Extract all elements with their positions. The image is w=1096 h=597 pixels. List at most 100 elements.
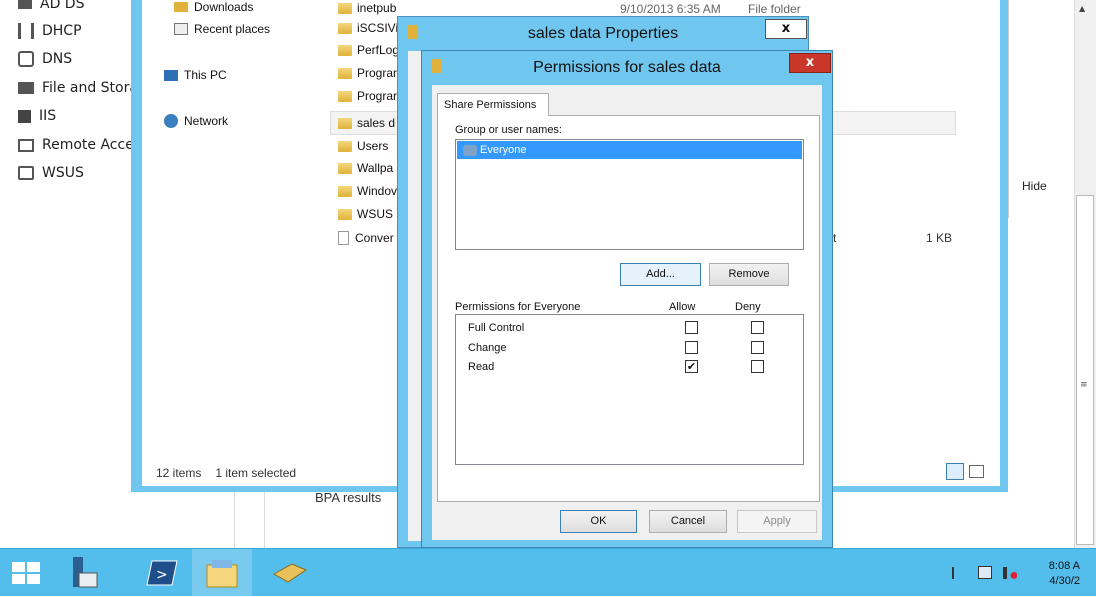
full-control-deny-checkbox[interactable] (751, 321, 764, 334)
taskbar: > 8:08 A 4/30/2 (0, 548, 1096, 597)
full-control-allow-checkbox[interactable] (685, 321, 698, 334)
clock-time: 8:08 A (1048, 560, 1080, 572)
folder-icon (338, 208, 352, 220)
read-deny-checkbox[interactable] (751, 360, 764, 373)
sidebar-item-label: AD DS (40, 0, 85, 12)
details-view-button[interactable] (946, 463, 964, 480)
file-type-partial: t (833, 231, 837, 245)
folder-icon (338, 22, 352, 34)
user-name: Everyone (480, 144, 527, 156)
app-icon (272, 563, 308, 583)
sidebar-item-ad-ds[interactable]: AD DS (18, 0, 84, 15)
sidebar-item-wsus[interactable]: WSUS (18, 162, 84, 184)
list-item[interactable]: Wallpa (338, 158, 398, 178)
apply-button[interactable]: Apply (737, 510, 817, 533)
cancel-button[interactable]: Cancel (649, 510, 727, 533)
deny-column-header: Deny (735, 301, 761, 313)
folder-icon (338, 117, 352, 129)
user-list-item-everyone[interactable]: Everyone (457, 141, 802, 159)
taskbar-app[interactable] (262, 549, 318, 597)
users-group-icon (463, 144, 477, 156)
wsus-icon (18, 166, 34, 180)
sidebar-item-dns[interactable]: DNS (18, 48, 72, 70)
clock-date: 4/30/2 (1049, 575, 1080, 587)
list-item-selected[interactable]: sales d (338, 113, 398, 133)
nav-label: Recent places (194, 22, 271, 36)
grid-line (264, 492, 265, 548)
hide-link[interactable]: Hide (1022, 179, 1047, 193)
tab-share-permissions[interactable]: Share Permissions (437, 93, 549, 116)
nav-label: This PC (184, 68, 227, 82)
add-button[interactable]: Add... (620, 263, 701, 286)
file-name: Prograr (357, 89, 398, 103)
group-or-user-names-label: Group or user names: (455, 124, 562, 136)
sidebar-item-label: IIS (39, 108, 57, 124)
file-name: Wallpa (357, 161, 394, 175)
computer-icon (164, 69, 178, 81)
folder-icon (338, 90, 352, 102)
list-item[interactable]: WSUS (338, 204, 398, 224)
file-name: inetpub (357, 1, 397, 15)
read-allow-checkbox[interactable]: ✔ (685, 360, 698, 373)
ok-button[interactable]: OK (560, 510, 637, 533)
start-button[interactable] (0, 549, 52, 597)
status-selected-count: 1 item selected (215, 466, 297, 480)
file-explorer-icon (206, 560, 238, 588)
folder-icon (338, 2, 352, 14)
file-name: WSUS (357, 207, 393, 221)
list-item[interactable]: Windov (338, 181, 398, 201)
recent-places-icon (174, 23, 188, 35)
list-item[interactable]: Users (338, 136, 398, 156)
taskbar-file-explorer[interactable] (192, 549, 252, 597)
folder-icon (338, 140, 352, 152)
file-name: Windov (357, 184, 398, 198)
downloads-icon (174, 2, 188, 12)
scrollbar-thumb[interactable] (1076, 195, 1094, 545)
scrollbar-up-arrow-icon[interactable]: ▲ (1079, 4, 1085, 13)
properties-close-button[interactable]: x (765, 19, 807, 39)
large-icons-view-button[interactable] (969, 465, 984, 478)
folder-icon (338, 162, 352, 174)
sidebar-item-label: Remote Acce (42, 137, 134, 153)
user-list[interactable]: Everyone (455, 139, 804, 250)
sidebar-item-dhcp[interactable]: DHCP (18, 20, 82, 42)
sidebar-item-remote-access[interactable]: Remote Acce (18, 134, 134, 156)
folder-icon (338, 185, 352, 197)
ad-ds-icon (18, 0, 32, 9)
file-name: PerfLog (357, 43, 398, 57)
list-item[interactable]: Conver (338, 228, 398, 248)
list-item[interactable]: iSCSIVi (338, 18, 398, 38)
server-manager-icon (73, 557, 98, 588)
permissions-dialog-body: Share Permissions Group or user names: E… (432, 85, 822, 540)
sidebar-item-iis[interactable]: IIS (18, 105, 56, 127)
explorer-status-bar: 12 items 1 item selected (142, 462, 402, 484)
sidebar-item-label: WSUS (42, 165, 84, 181)
system-clock[interactable]: 8:08 A 4/30/2 (1030, 559, 1080, 589)
flag-icon[interactable] (952, 567, 966, 579)
nav-item-downloads[interactable]: Downloads (174, 0, 253, 14)
list-item[interactable]: Prograr (338, 63, 398, 83)
list-item[interactable]: PerfLog (338, 40, 398, 60)
nav-item-this-pc[interactable]: This PC (164, 68, 227, 82)
iis-icon (18, 109, 31, 123)
taskbar-server-manager[interactable] (58, 549, 110, 597)
volume-muted-icon[interactable] (1003, 567, 1017, 579)
nav-item-network[interactable]: Network (164, 114, 228, 128)
permissions-dialog-title: Permissions for sales data (533, 59, 721, 76)
permissions-close-button[interactable]: x (789, 53, 831, 73)
list-item[interactable]: inetpub (338, 0, 398, 18)
nav-item-recent-places[interactable]: Recent places (174, 22, 270, 36)
change-allow-checkbox[interactable] (685, 341, 698, 354)
sidebar-item-file-storage[interactable]: File and Stora (18, 77, 138, 99)
list-item[interactable]: Prograr (338, 86, 398, 106)
file-name: Prograr (357, 66, 398, 80)
nav-label: Network (184, 114, 229, 128)
file-date: 9/10/2013 6:35 AM (620, 2, 721, 16)
bpa-results-label: BPA results (315, 490, 382, 505)
network-tray-icon[interactable] (978, 566, 992, 579)
remove-button[interactable]: Remove (709, 263, 789, 286)
change-deny-checkbox[interactable] (751, 341, 764, 354)
sidebar-item-label: DNS (42, 51, 73, 67)
nav-label: Downloads (194, 0, 254, 14)
taskbar-powershell[interactable]: > (136, 549, 188, 597)
